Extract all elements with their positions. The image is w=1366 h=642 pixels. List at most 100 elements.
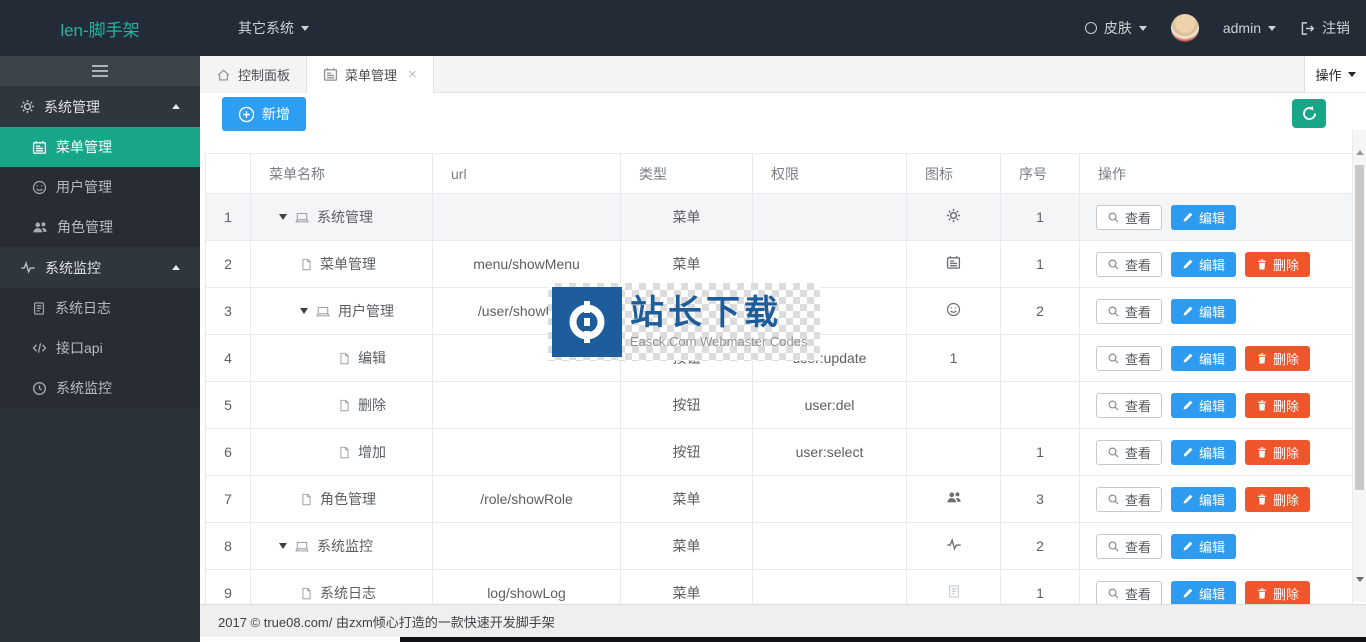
row-number: 5 [205,381,251,429]
tab-dashboard[interactable]: 控制面板 [200,56,308,93]
user-dropdown[interactable]: admin [1223,20,1276,36]
actions-cell: 查看 编辑 [1079,522,1353,570]
edit-button[interactable]: 编辑 [1171,392,1237,418]
vertical-scrollbar[interactable] [1352,130,1366,602]
folder-node-icon [315,304,331,318]
edit-button[interactable]: 编辑 [1171,345,1237,371]
edit-button[interactable]: 编辑 [1171,439,1237,465]
icon-text: 1 [949,350,958,366]
edit-button[interactable]: 编辑 [1171,204,1237,230]
sidebar-item[interactable]: 系统监控 [0,368,200,408]
order-cell: 1 [1000,193,1080,241]
code-icon [32,341,47,355]
sidebar-item-label: 系统监控 [56,380,112,396]
edit-button[interactable]: 编辑 [1171,251,1237,277]
url-cell [432,522,621,570]
menu-icon [32,140,47,155]
view-button[interactable]: 查看 [1096,486,1163,512]
sidebar-section-system-monitor[interactable]: 系统监控 [0,247,200,288]
table-row: 9 系统日志 log/showLog 菜单 1 查看 编辑 删除 [205,569,1353,604]
close-icon[interactable]: × [408,67,417,82]
edit-button[interactable]: 编辑 [1171,298,1237,324]
add-button[interactable]: 新增 [222,97,306,131]
sidebar-item[interactable]: 接口api [0,328,200,368]
menu-name-cell: 删除 [250,381,433,429]
trash-icon [1256,352,1268,365]
type-cell: 菜单 [620,522,753,570]
skin-dropdown[interactable]: 皮肤 [1084,18,1147,38]
topbar: len-脚手架 其它系统 皮肤 admin 注销 [0,0,1366,56]
edit-button[interactable]: 编辑 [1171,486,1237,512]
sidebar-item[interactable]: 用户管理 [0,167,200,207]
logout-label: 注销 [1322,20,1350,36]
scrollbar-thumb[interactable] [1355,165,1364,490]
view-button[interactable]: 查看 [1096,204,1163,230]
view-button[interactable]: 查看 [1096,392,1163,418]
delete-button[interactable]: 删除 [1245,345,1311,371]
trash-icon [1256,587,1268,600]
view-button[interactable]: 查看 [1096,533,1163,559]
row-number: 8 [205,522,251,570]
view-button-label: 查看 [1125,492,1152,508]
icon-cell [906,287,1001,335]
table-row: 7 角色管理/role/showRole 菜单 3 查看 编辑 删除 [205,475,1353,523]
users-icon [32,220,48,235]
tab-bar: 控制面板 菜单管理 × 操作 [200,56,1366,93]
sidebar-item[interactable]: 菜单管理 [0,127,200,167]
tree-collapse-caret-icon[interactable] [300,308,308,314]
chevron-down-icon [1347,71,1356,77]
actions-cell: 查看 编辑 删除 [1079,569,1353,604]
tab-operations-dropdown[interactable]: 操作 [1304,56,1366,92]
delete-button[interactable]: 删除 [1245,392,1311,418]
view-button[interactable]: 查看 [1096,580,1163,604]
view-button[interactable]: 查看 [1096,439,1163,465]
sidebar-section-system-management[interactable]: 系统管理 [0,86,200,127]
doc-icon [947,584,961,599]
pulse-icon [946,537,962,552]
url-cell: /role/showRole [432,475,621,523]
other-systems-dropdown[interactable]: 其它系统 [238,18,309,38]
scroll-up-arrow-icon[interactable] [1356,134,1364,155]
delete-button-label: 删除 [1273,398,1300,414]
tab-menu-management[interactable]: 菜单管理 × [307,56,434,93]
sidebar-collapse-button[interactable] [0,56,200,86]
icon-cell [906,475,1001,523]
url-cell [432,193,621,241]
sidebar-item[interactable]: 系统日志 [0,288,200,328]
logout-button[interactable]: 注销 [1300,18,1350,38]
delete-button[interactable]: 删除 [1245,251,1311,277]
tree-collapse-caret-icon[interactable] [279,543,287,549]
pulse-icon [20,260,36,275]
menu-name-cell: 菜单管理 [250,240,433,288]
refresh-button[interactable] [1292,99,1326,128]
delete-button[interactable]: 删除 [1245,486,1311,512]
icon-cell [906,193,1001,241]
delete-button[interactable]: 删除 [1245,580,1311,604]
delete-button[interactable]: 删除 [1245,439,1311,465]
delete-button-label: 删除 [1273,351,1300,367]
table-row: 6 增加 按钮 user:select 1 查看 编辑 删除 [205,428,1353,476]
url-cell [432,428,621,476]
menu-name: 编辑 [358,350,386,366]
edit-button[interactable]: 编辑 [1171,580,1237,604]
menu-name: 用户管理 [338,303,394,319]
avatar[interactable] [1170,14,1199,42]
view-button[interactable]: 查看 [1096,345,1163,371]
sidebar-item[interactable]: 角色管理 [0,207,200,247]
edit-button[interactable]: 编辑 [1171,533,1237,559]
footer: 2017 © true08.com/ 由zxm倾心打造的一款快速开发脚手架 [200,604,1366,637]
scroll-down-arrow-icon[interactable] [1356,577,1364,598]
tab-label: 控制面板 [238,68,291,83]
file-node-icon [300,586,313,601]
home-icon [216,68,231,82]
menu-name-cell: 用户管理 [250,287,433,335]
bottom-strip [400,637,1366,642]
tree-collapse-caret-icon[interactable] [279,214,287,220]
column-header: 操作 [1079,153,1353,194]
file-node-icon [300,492,313,507]
icon-cell [906,428,1001,476]
column-header: 权限 [752,153,907,194]
view-button[interactable]: 查看 [1096,298,1163,324]
view-button[interactable]: 查看 [1096,251,1163,277]
chevron-down-icon [1138,25,1147,31]
